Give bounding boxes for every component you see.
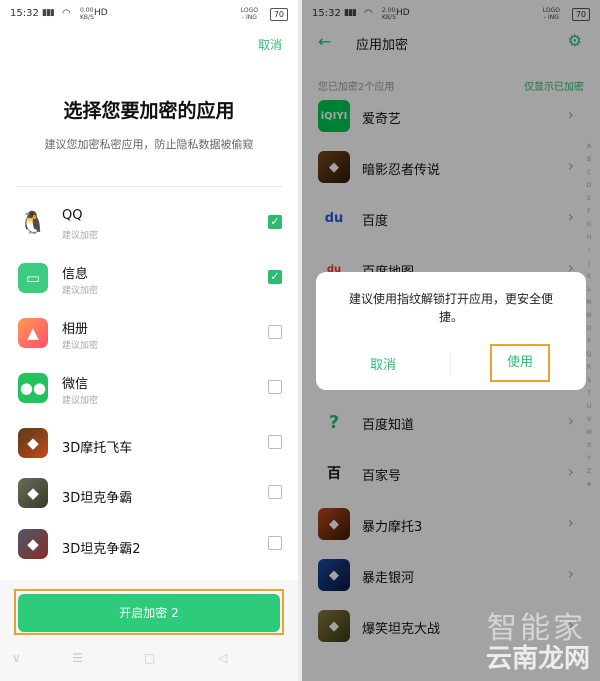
wechat-icon: ●● xyxy=(18,373,48,403)
home-icon[interactable]: □ xyxy=(144,651,155,665)
watermark-logo: 云南龙网 xyxy=(485,644,590,674)
wifi-icon: ◠ xyxy=(62,8,71,19)
list-item-wechat[interactable]: ●● 微信 建议加密 xyxy=(0,363,298,417)
checkbox[interactable] xyxy=(268,435,282,449)
page-subtitle: 建议您加密私密应用，防止隐私数据被偷窥 xyxy=(44,138,254,151)
app-name: QQ xyxy=(62,208,83,223)
app-hint: 建议加密 xyxy=(62,231,99,241)
app-name: 相册 xyxy=(62,322,89,337)
game-icon: ◆ xyxy=(18,478,48,508)
app-name: 3D坦克争霸 xyxy=(62,491,133,506)
dialog-separator xyxy=(450,352,451,376)
highlight-box xyxy=(14,589,284,635)
chevron-down-icon[interactable]: ∨ xyxy=(12,651,21,665)
status-time: 15:32 xyxy=(10,8,39,19)
list-item-qq[interactable]: 🐧 QQ 建议加密 ✓ xyxy=(0,198,298,252)
checkbox[interactable] xyxy=(268,536,282,550)
game-icon: ◆ xyxy=(18,428,48,458)
left-phone-screen: 15:32 ▮▮▮ ◠ 0.00 KB/S HD LOGO - ING 70 取消 … xyxy=(0,0,298,681)
checkbox[interactable] xyxy=(268,380,282,394)
dialog-use-button[interactable]: 使用 xyxy=(490,344,550,382)
logo-indicator: LOGO - ING xyxy=(240,7,258,21)
network-speed: 0.00 KB/S xyxy=(80,7,94,21)
hd-indicator: HD xyxy=(94,8,108,18)
checkbox-checked[interactable]: ✓ xyxy=(268,215,282,229)
app-name: 3D坦克争霸2 xyxy=(62,542,141,557)
app-name: 信息 xyxy=(62,267,89,282)
signal-icon: ▮▮▮ xyxy=(42,8,55,18)
dialog-cancel-button[interactable]: 取消 xyxy=(316,354,450,373)
list-item-game[interactable]: ◆ 3D坦克争霸 xyxy=(0,468,298,522)
divider xyxy=(16,186,282,187)
app-name: 微信 xyxy=(62,377,89,392)
cancel-button[interactable]: 取消 xyxy=(258,36,282,53)
navigation-bar: ∨ ☰ □ ◁ xyxy=(0,647,298,671)
list-item-gallery[interactable]: ▲ 相册 建议加密 xyxy=(0,308,298,362)
menu-icon[interactable]: ☰ xyxy=(72,651,83,665)
messages-icon: ▭ xyxy=(18,263,48,293)
list-item-game[interactable]: ◆ 3D坦克争霸2 xyxy=(0,519,298,573)
gallery-icon: ▲ xyxy=(18,318,48,348)
dialog-message: 建议使用指纹解锁打开应用，更安全便捷。 xyxy=(348,292,553,324)
app-hint: 建议加密 xyxy=(62,396,99,406)
fingerprint-dialog: 建议使用指纹解锁打开应用，更安全便捷。 取消 使用 xyxy=(316,272,586,390)
screenshot-comparison: 15:32 ▮▮▮ ◠ 0.00 KB/S HD LOGO - ING 70 取消 … xyxy=(0,0,600,681)
qq-icon: 🐧 xyxy=(18,208,48,238)
list-item-game[interactable]: ◆ 3D摩托飞车 xyxy=(0,418,298,472)
checkbox[interactable] xyxy=(268,485,282,499)
app-name: 3D摩托飞车 xyxy=(62,441,133,456)
checkbox-checked[interactable]: ✓ xyxy=(268,270,282,284)
list-item-messages[interactable]: ▭ 信息 建议加密 ✓ xyxy=(0,253,298,307)
right-phone-screen: 15:32 ▮▮▮ ◠ 2.00 KB/S HD LOGO - ING 70 ← 应… xyxy=(302,0,600,681)
battery-icon: 70 xyxy=(269,8,288,21)
status-bar: 15:32 ▮▮▮ ◠ 0.00 KB/S HD LOGO - ING 70 xyxy=(10,7,288,24)
app-hint: 建议加密 xyxy=(62,286,99,296)
game-icon: ◆ xyxy=(18,529,48,559)
back-icon[interactable]: ◁ xyxy=(218,651,227,665)
page-title: 选择您要加密的应用 xyxy=(63,100,235,122)
checkbox[interactable] xyxy=(268,325,282,339)
app-hint: 建议加密 xyxy=(62,341,99,351)
